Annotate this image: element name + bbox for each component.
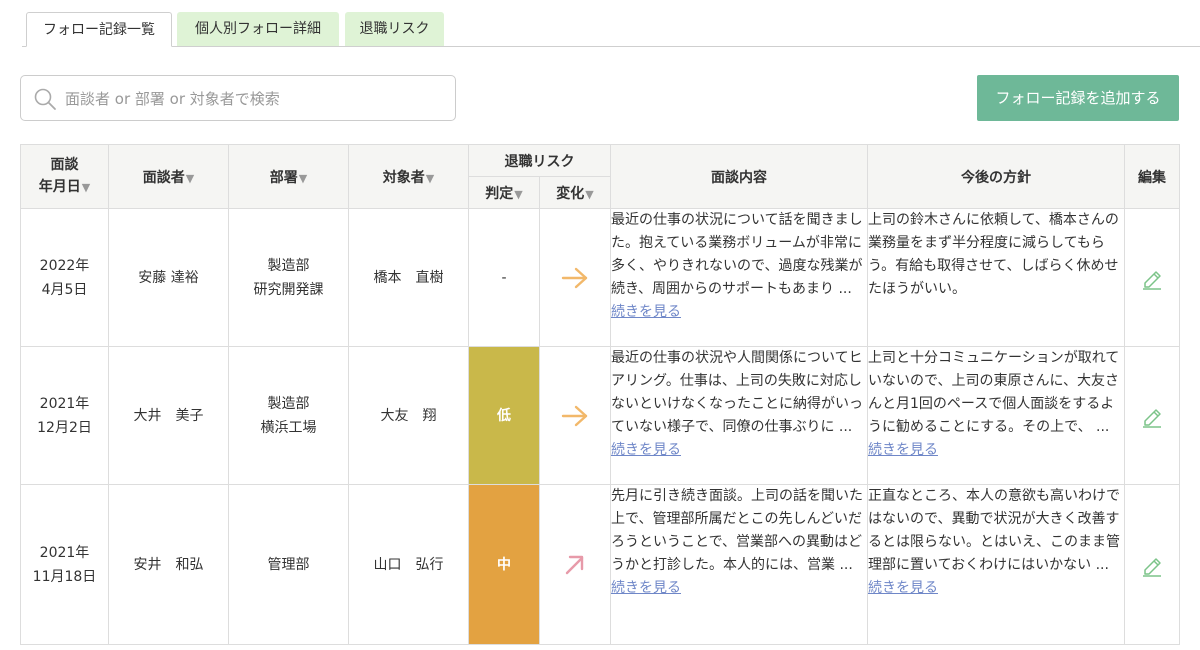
sort-icon: ▼	[585, 187, 594, 201]
header-date-line1: 面談	[50, 157, 79, 173]
edit-pencil-icon[interactable]	[1141, 266, 1163, 290]
tab-follow-records[interactable]: フォロー記録一覧	[26, 12, 172, 47]
cell-interviewer: 大井 美子	[108, 346, 229, 485]
cell-content: 先月に引き続き面談。上司の話を聞いた上で、管理部所属だとこの先しんどいだろうとい…	[610, 484, 868, 645]
tab-bar: フォロー記録一覧 個人別フォロー詳細 退職リスク	[0, 0, 1200, 48]
cell-target: 山口 弘行	[348, 484, 469, 645]
header-interviewer-label: 面談者	[142, 169, 185, 186]
department-main: 製造部	[267, 395, 310, 412]
follow-records-table: 面談 年月日▼ 面談者▼ 部署▼ 対象者▼ 退職リスク 面談内容 今後の方針 編…	[20, 144, 1180, 645]
sort-icon: ▼	[81, 181, 91, 194]
cell-department: 管理部	[228, 484, 349, 645]
department-main: 管理部	[267, 556, 310, 573]
header-department[interactable]: 部署▼	[228, 144, 349, 209]
read-more-link[interactable]: 続きを見る	[612, 304, 682, 320]
sort-icon: ▼	[425, 171, 435, 185]
department-sub: 横浜工場	[260, 419, 317, 436]
header-content: 面談内容	[610, 144, 868, 209]
header-risk-judgement[interactable]: 判定▼	[468, 176, 540, 209]
search-input[interactable]	[63, 84, 447, 114]
cell-department: 製造部 横浜工場	[228, 346, 349, 485]
sort-icon: ▼	[514, 187, 523, 201]
content-text: 先月に引き続き面談。上司の話を聞いた上で、管理部所属だとこの先しんどいだろうとい…	[611, 488, 864, 573]
sort-icon: ▼	[298, 171, 308, 185]
cell-date: 2022年 4月5日	[20, 208, 109, 347]
cell-risk: 低	[468, 346, 540, 485]
header-target-label: 対象者	[382, 169, 425, 186]
cell-date: 2021年 11月18日	[20, 484, 109, 645]
header-risk-change[interactable]: 変化▼	[539, 176, 611, 209]
tab-individual-detail[interactable]: 個人別フォロー詳細	[177, 12, 339, 46]
search-icon	[34, 88, 56, 110]
policy-text: 正直なところ、本人の意欲も高いわけではないので、異動で状況が大きく改善するとは限…	[868, 488, 1121, 573]
header-risk-change-label: 変化	[556, 185, 585, 202]
policy-text: 上司の鈴木さんに依頼して、橋本さんの業務量をまず半分程度に減らしてもらう。有給も…	[868, 212, 1119, 297]
read-more-link[interactable]: 続きを見る	[869, 442, 939, 458]
header-risk-group: 退職リスク	[468, 144, 611, 177]
date-day: 4月5日	[41, 281, 88, 298]
cell-content: 最近の仕事の状況について話を聞きました。抱えている業務ボリュームが非常に多く、や…	[610, 208, 868, 347]
tab-divider	[22, 46, 1200, 47]
date-year: 2021年	[39, 544, 90, 561]
read-more-link[interactable]: 続きを見る	[612, 442, 682, 458]
up-right-arrow-icon	[565, 555, 584, 574]
date-day: 11月18日	[32, 568, 97, 585]
header-date-line2: 年月日	[38, 179, 81, 195]
table-row: 2021年 12月2日 大井 美子 製造部 横浜工場 大友 翔 低 最近の仕事の…	[20, 346, 1180, 485]
tab-retirement-risk[interactable]: 退職リスク	[345, 12, 444, 46]
cell-policy: 上司と十分コミュニケーションが取れていないので、上司の東原さんに、大友さんと月1…	[867, 346, 1125, 485]
cell-edit	[1124, 346, 1180, 485]
policy-text: 上司と十分コミュニケーションが取れていないので、上司の東原さんに、大友さんと月1…	[868, 350, 1120, 435]
read-more-link[interactable]: 続きを見る	[612, 580, 682, 596]
cell-risk: 中	[468, 484, 540, 645]
edit-pencil-icon[interactable]	[1141, 553, 1163, 577]
table-row: 2022年 4月5日 安藤 達裕 製造部 研究開発課 橋本 直樹 - 最近の仕事…	[20, 208, 1180, 347]
cell-date: 2021年 12月2日	[20, 346, 109, 485]
header-risk-judgement-label: 判定	[485, 185, 514, 202]
date-day: 12月2日	[37, 419, 92, 436]
cell-change	[539, 208, 611, 347]
cell-change	[539, 346, 611, 485]
content-text: 最近の仕事の状況や人間関係についてヒアリング。仕事は、上司の失敗に対応しないとい…	[611, 350, 864, 435]
header-department-label: 部署	[269, 169, 298, 186]
cell-interviewer: 安井 和弘	[108, 484, 229, 645]
date-year: 2021年	[39, 395, 90, 412]
date-year: 2022年	[39, 257, 90, 274]
cell-content: 最近の仕事の状況や人間関係についてヒアリング。仕事は、上司の失敗に対応しないとい…	[610, 346, 868, 485]
cell-policy: 上司の鈴木さんに依頼して、橋本さんの業務量をまず半分程度に減らしてもらう。有給も…	[867, 208, 1125, 347]
cell-target: 大友 翔	[348, 346, 469, 485]
search-box[interactable]	[20, 75, 456, 121]
sort-icon: ▼	[185, 171, 195, 185]
cell-target: 橋本 直樹	[348, 208, 469, 347]
header-interviewer[interactable]: 面談者▼	[108, 144, 229, 209]
read-more-link[interactable]: 続きを見る	[869, 580, 939, 596]
department-sub: 研究開発課	[253, 281, 324, 298]
content-text: 最近の仕事の状況について話を聞きました。抱えている業務ボリュームが非常に多く、や…	[611, 212, 863, 297]
header-edit: 編集	[1124, 144, 1180, 209]
cell-change	[539, 484, 611, 645]
cell-edit	[1124, 484, 1180, 645]
add-follow-record-button[interactable]: フォロー記録を追加する	[977, 75, 1179, 121]
header-policy: 今後の方針	[867, 144, 1125, 209]
header-date[interactable]: 面談 年月日▼	[20, 144, 109, 209]
edit-pencil-icon[interactable]	[1141, 404, 1163, 428]
cell-policy: 正直なところ、本人の意欲も高いわけではないので、異動で状況が大きく改善するとは限…	[867, 484, 1125, 645]
table-row: 2021年 11月18日 安井 和弘 管理部 山口 弘行 中 先月に引き続き面談…	[20, 484, 1180, 645]
flat-arrow-icon	[561, 267, 588, 288]
flat-arrow-icon	[561, 405, 588, 426]
cell-edit	[1124, 208, 1180, 347]
cell-department: 製造部 研究開発課	[228, 208, 349, 347]
cell-interviewer: 安藤 達裕	[108, 208, 229, 347]
department-main: 製造部	[267, 257, 310, 274]
cell-risk: -	[468, 208, 540, 347]
header-target[interactable]: 対象者▼	[348, 144, 469, 209]
